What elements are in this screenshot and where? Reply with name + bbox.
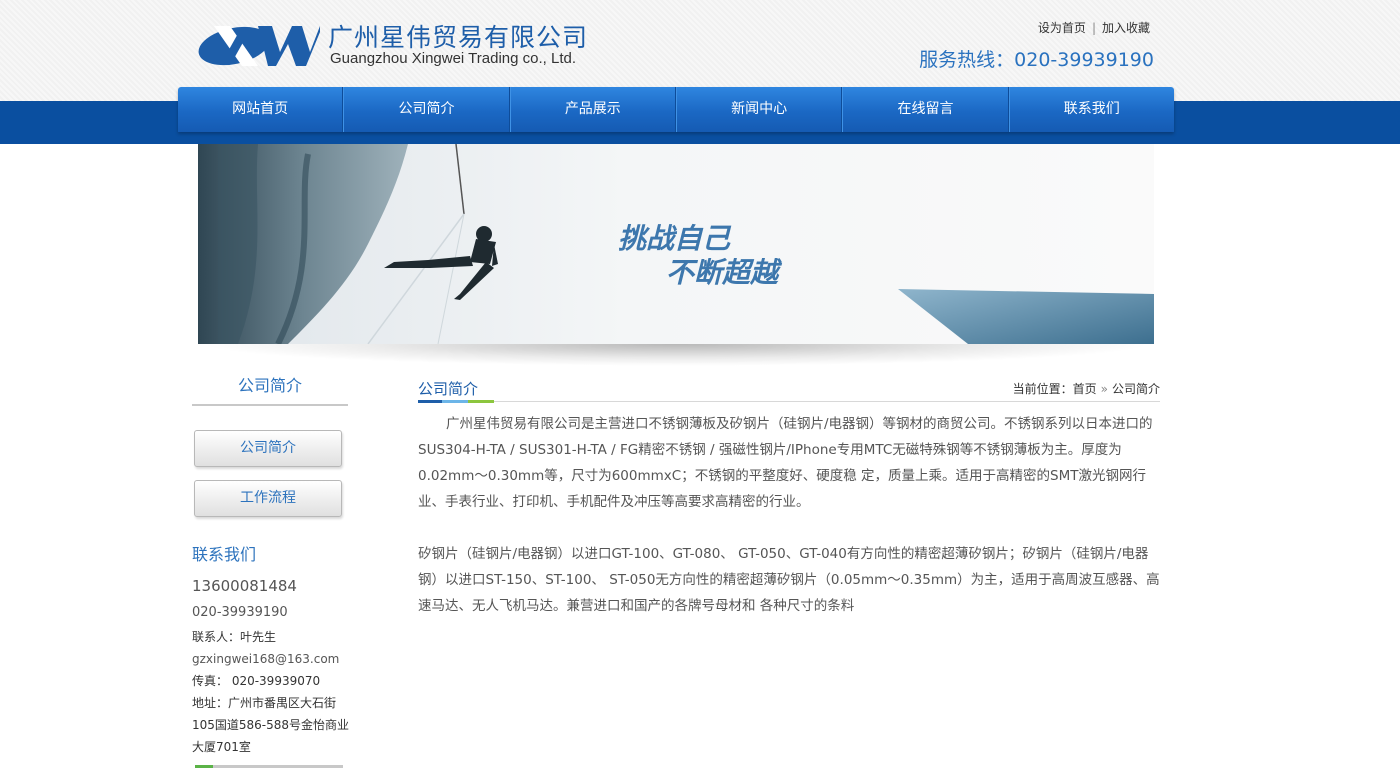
company-logo[interactable] [196, 18, 320, 70]
company-name-cn: 广州星伟贸易有限公司 [328, 23, 589, 52]
contact-title: 联系我们 [192, 545, 257, 564]
main-nav: 网站首页 公司简介 产品展示 新闻中心 在线留言 联系我们 [178, 87, 1174, 132]
contact-fax: 传真： 020-39939070 [192, 674, 321, 688]
title-underline [418, 400, 494, 403]
banner-artwork: 挑战自己 不断超越 [198, 144, 1154, 344]
nav-item-guestbook[interactable]: 在线留言 [842, 87, 1009, 132]
nav-item-products[interactable]: 产品展示 [509, 87, 676, 132]
contact-address-line: 105国道586-588号金怡商业 [192, 718, 350, 732]
article-body: 广州星伟贸易有限公司是主营进口不锈钢薄板及矽钢片（硅钢片/电器钢）等钢材的商贸公… [418, 411, 1160, 619]
contact-tel: 020-39939190 [192, 605, 288, 620]
page-title: 公司简介 [418, 380, 479, 398]
add-favorite-link[interactable]: 加入收藏 [1102, 21, 1150, 35]
breadcrumb: 当前位置：首页» 公司简介 [1013, 380, 1160, 397]
sidebar: 公司简介 公司简介 工作流程 联系我们 13600081484 020-3993… [192, 372, 350, 758]
company-name-en: Guangzhou Xingwei Trading co., Ltd. [330, 50, 576, 67]
nav-item-about[interactable]: 公司简介 [343, 87, 510, 132]
site-header: 广州星伟贸易有限公司 Guangzhou Xingwei Trading co.… [196, 14, 1156, 84]
banner-slogan-line1: 挑战自己 [618, 222, 732, 255]
nav-item-home[interactable]: 网站首页 [178, 87, 344, 132]
top-links: 设为首页 | 加入收藏 [1038, 19, 1150, 36]
article-paragraph: 广州星伟贸易有限公司是主营进口不锈钢薄板及矽钢片（硅钢片/电器钢）等钢材的商贸公… [418, 416, 1153, 510]
contact-mobile: 13600081484 [192, 577, 297, 595]
sidebar-title: 公司简介 [192, 372, 348, 406]
contact-address-line: 地址：广州市番禺区大石街 [192, 696, 337, 710]
sidebar-button-about[interactable]: 公司简介 [194, 430, 342, 467]
sidebar-button-workflow[interactable]: 工作流程 [194, 480, 342, 517]
banner-slogan-line2: 不断超越 [666, 256, 783, 289]
hero-banner: 挑战自己 不断超越 [198, 144, 1154, 344]
breadcrumb-prefix: 当前位置： [1012, 382, 1073, 396]
service-hotline: 服务热线：020-39939190 [919, 49, 1154, 71]
main-content: 公司简介 当前位置：首页» 公司简介 广州星伟贸易有限公司是主营进口不锈钢薄板及矽… [418, 372, 1160, 619]
content-header: 公司简介 当前位置：首页» 公司简介 [418, 372, 1160, 403]
contact-person: 联系人：叶先生 [192, 630, 277, 644]
breadcrumb-home-link[interactable]: 首页 [1073, 382, 1097, 396]
set-homepage-link[interactable]: 设为首页 [1038, 21, 1086, 35]
breadcrumb-current: 公司简介 [1111, 382, 1160, 396]
breadcrumb-arrow-icon: » [1100, 382, 1108, 396]
banner-shadow [198, 344, 1154, 366]
link-separator: | [1091, 21, 1096, 35]
article-paragraph: 矽钢片（硅钢片/电器钢）以进口GT-100、GT-080、 GT-050、GT-… [418, 546, 1160, 614]
nav-item-contact[interactable]: 联系我们 [1008, 87, 1174, 132]
contact-email[interactable]: gzxingwei168@163.com [192, 648, 350, 670]
contact-address-line: 大厦701室 [192, 740, 251, 754]
nav-item-news[interactable]: 新闻中心 [675, 87, 843, 132]
